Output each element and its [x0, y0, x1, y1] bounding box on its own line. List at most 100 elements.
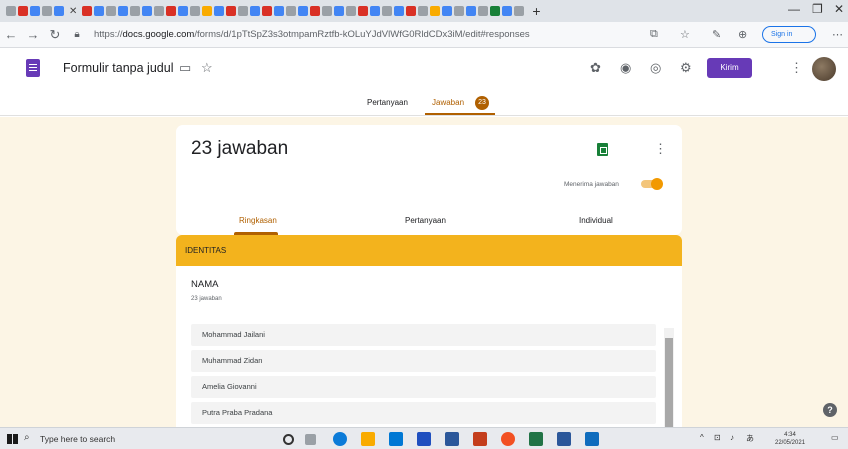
send-button[interactable]: Kirim	[707, 58, 752, 78]
tab-favicon-icon[interactable]	[382, 6, 393, 16]
form-title[interactable]: Formulir tanpa judul	[63, 61, 173, 75]
tab-favicon-icon[interactable]	[250, 6, 261, 16]
tab-favicon-icon[interactable]	[214, 6, 225, 16]
favorite-star-icon[interactable]: ☆	[680, 28, 690, 41]
scrollbar-thumb[interactable]	[665, 338, 673, 427]
settings-gear-icon[interactable]: ⚙	[680, 60, 692, 76]
mail-icon[interactable]	[389, 432, 403, 446]
extension-icon[interactable]: ✎	[712, 28, 721, 41]
tab-favicon-icon[interactable]	[406, 6, 417, 16]
tab-favicon-icon[interactable]	[238, 6, 249, 16]
tab-favicon-icon[interactable]	[154, 6, 165, 16]
tab-favicon-icon[interactable]	[30, 6, 40, 16]
app-icon[interactable]	[417, 432, 431, 446]
sign-in-button[interactable]: Sign in	[762, 26, 816, 43]
tab-responses[interactable]: Jawaban	[432, 98, 464, 107]
tab-favicon-icon[interactable]	[478, 6, 489, 16]
tab-favicon-icon[interactable]	[166, 6, 177, 16]
tab-favicon-icon[interactable]	[82, 6, 93, 16]
window-close-icon[interactable]: ✕	[834, 2, 844, 16]
tray-language-icon[interactable]: あ	[746, 433, 754, 444]
word-icon[interactable]	[557, 432, 571, 446]
collections-icon[interactable]: ⊕	[738, 28, 747, 41]
forward-icon[interactable]: →	[22, 27, 44, 42]
google-sheets-icon[interactable]	[597, 143, 608, 156]
tab-favicon-icon[interactable]	[334, 6, 345, 16]
tab-favicon-icon[interactable]	[490, 6, 501, 16]
addon-puzzle-icon[interactable]: ✿	[590, 60, 601, 76]
accepting-responses-toggle[interactable]	[641, 178, 663, 190]
new-tab-icon[interactable]: +	[532, 3, 540, 19]
taskbar-search-input[interactable]: Type here to search	[40, 430, 220, 448]
excel-icon[interactable]	[529, 432, 543, 446]
tab-favicon-icon[interactable]	[442, 6, 453, 16]
answer-scrollbar[interactable]	[664, 328, 674, 427]
tab-individual[interactable]: Individual	[579, 216, 613, 225]
cortana-icon[interactable]	[283, 434, 294, 445]
reader-mode-icon[interactable]: ⧉	[650, 28, 658, 41]
folder-icon[interactable]: ▭	[179, 60, 191, 76]
tab-favicon-icon[interactable]	[274, 6, 285, 16]
tab-favicon-icon[interactable]	[418, 6, 429, 16]
avatar[interactable]	[812, 57, 836, 81]
taskbar-clock[interactable]: 4:34 22/05/2021	[775, 431, 805, 447]
google-forms-icon[interactable]	[26, 59, 40, 77]
tab-favicon-icon[interactable]	[178, 6, 189, 16]
tab-favicon-icon[interactable]	[514, 6, 525, 16]
windows-start-icon[interactable]	[7, 434, 18, 444]
tab-favicon-icon[interactable]	[190, 6, 201, 16]
tray-volume-icon[interactable]: ♪	[730, 433, 734, 442]
tab-favicon-icon[interactable]	[42, 6, 52, 16]
tab-favicon-icon[interactable]	[310, 6, 321, 16]
tab-favicon-icon[interactable]	[118, 6, 129, 16]
tab-favicon-icon[interactable]	[130, 6, 141, 16]
file-explorer-icon[interactable]	[361, 432, 375, 446]
lock-icon[interactable]: 🔒︎	[66, 29, 88, 40]
tab-favicon-icon[interactable]	[370, 6, 381, 16]
tab-favicon-icon[interactable]	[358, 6, 369, 16]
tab-question[interactable]: Pertanyaan	[405, 216, 446, 225]
back-icon[interactable]: ←	[0, 27, 22, 42]
tab-favicon-icon[interactable]	[262, 6, 273, 16]
tab-favicon-icon[interactable]	[430, 6, 441, 16]
tab-favicon-icon[interactable]	[202, 6, 213, 16]
tab-favicon-icon[interactable]	[142, 6, 153, 16]
tab-summary[interactable]: Ringkasan	[239, 216, 277, 225]
more-vert-icon[interactable]: ⋮	[654, 141, 667, 157]
tab-favicon-icon[interactable]	[466, 6, 477, 16]
tray-network-icon[interactable]: ⊡	[714, 433, 721, 442]
tab-favicon-icon[interactable]	[346, 6, 357, 16]
tray-chevron-icon[interactable]: ^	[700, 433, 704, 442]
tab-favicon-icon[interactable]	[226, 6, 237, 16]
star-icon[interactable]: ☆	[201, 60, 213, 76]
more-options-icon[interactable]: ⋯	[832, 28, 843, 41]
minimize-icon[interactable]: —	[788, 2, 800, 16]
tab-favicon-icon[interactable]	[18, 6, 28, 16]
task-view-icon[interactable]	[305, 434, 316, 445]
tab-favicon-icon[interactable]	[286, 6, 297, 16]
tab-close-icon[interactable]: ✕	[69, 6, 77, 17]
more-vert-icon[interactable]: ⋮	[790, 60, 803, 76]
tab-favicon-icon[interactable]	[106, 6, 117, 16]
tab-favicon-icon[interactable]	[394, 6, 405, 16]
preview-eye-icon[interactable]: ◎	[650, 60, 661, 76]
palette-icon[interactable]: ◉	[620, 60, 631, 76]
browser-menu-icon[interactable]	[6, 6, 16, 16]
notifications-icon[interactable]: ▭	[831, 433, 839, 442]
tab-favicon-icon[interactable]	[322, 6, 333, 16]
office-icon[interactable]	[501, 432, 515, 446]
reload-icon[interactable]: ↻	[44, 27, 66, 43]
tab-questions[interactable]: Pertanyaan	[367, 98, 408, 107]
tab-favicon-icon[interactable]	[298, 6, 309, 16]
tab-favicon-icon[interactable]	[454, 6, 465, 16]
url-field[interactable]: https://docs.google.com/forms/d/1pTtSpZ3…	[94, 29, 614, 40]
tab-favicon-icon[interactable]	[54, 6, 64, 16]
help-icon[interactable]: ?	[823, 403, 837, 417]
app-icon[interactable]	[445, 432, 459, 446]
app-icon[interactable]	[585, 432, 599, 446]
edge-icon[interactable]	[333, 432, 347, 446]
tab-favicon-icon[interactable]	[502, 6, 513, 16]
tab-favicon-icon[interactable]	[94, 6, 105, 16]
powerpoint-icon[interactable]	[473, 432, 487, 446]
restore-icon[interactable]: ❐	[812, 2, 823, 16]
